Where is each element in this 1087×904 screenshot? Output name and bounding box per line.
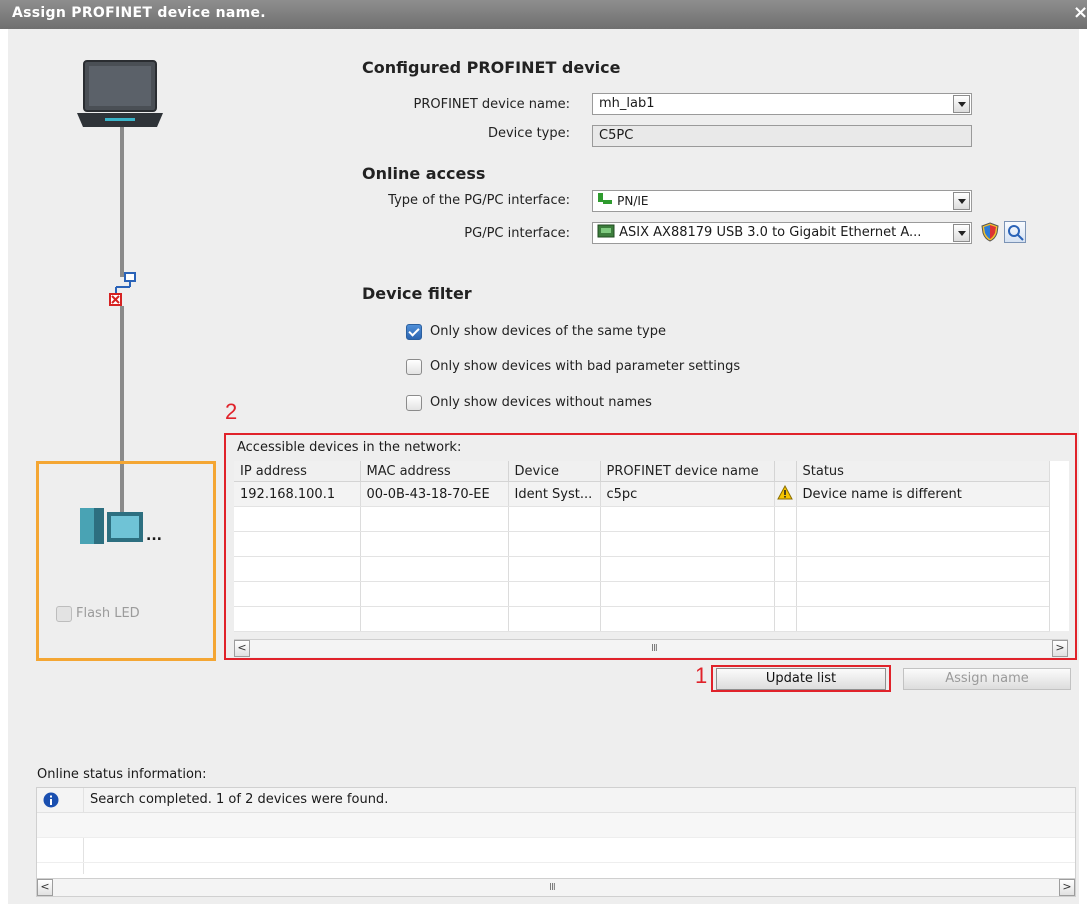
scroll-left-button[interactable]: < [234, 640, 250, 657]
status-empty-row [37, 813, 1075, 838]
device-name-label: PROFINET device name: [413, 97, 570, 112]
column-header-status[interactable]: Status [796, 461, 1050, 482]
column-header-mac[interactable]: MAC address [360, 461, 509, 482]
update-list-button[interactable]: Update list [716, 668, 886, 690]
devices-horizontal-scrollbar[interactable]: < III > [234, 639, 1068, 657]
cell-status-icon [774, 481, 797, 507]
device-more-dots: ... [146, 528, 162, 544]
devices-table-filler [1049, 461, 1069, 631]
filter-same-type-checkbox[interactable] [406, 324, 422, 340]
scroll-right-button[interactable]: > [1059, 879, 1075, 896]
status-row: Search completed. 1 of 2 devices were fo… [37, 788, 1075, 874]
flash-led-checkbox[interactable] [56, 606, 72, 622]
table-row[interactable] [234, 581, 1050, 607]
status-panel: Search completed. 1 of 2 devices were fo… [36, 787, 1076, 897]
configured-device-heading: Configured PROFINET device [362, 58, 621, 77]
cell-mac: 00-0B-43-18-70-EE [360, 481, 509, 507]
devices-table-header: IP address MAC address Device PROFINET d… [234, 461, 1050, 482]
close-icon[interactable]: × [1073, 3, 1087, 23]
network-adapter-icon [597, 224, 615, 238]
table-row[interactable] [234, 506, 1050, 532]
security-shield-icon[interactable] [980, 222, 1000, 242]
scroll-right-button[interactable]: > [1052, 640, 1068, 657]
cell-device: Ident Syst... [508, 481, 601, 507]
status-horizontal-scrollbar[interactable]: < III > [37, 878, 1075, 896]
chevron-down-icon[interactable] [953, 192, 970, 210]
table-row[interactable] [234, 531, 1050, 557]
interface-dropdown[interactable]: ASIX AX88179 USB 3.0 to Gigabit Ethernet… [592, 222, 972, 244]
pg-pc-icon [77, 60, 163, 127]
devices-table: IP address MAC address Device PROFINET d… [234, 461, 1050, 632]
scroll-grip[interactable]: III [651, 643, 658, 654]
device-type-field: C5PC [592, 125, 972, 147]
scroll-grip[interactable]: III [549, 882, 556, 893]
filter-same-type-label: Only show devices of the same type [430, 324, 666, 339]
cell-ip: 192.168.100.1 [234, 481, 361, 507]
info-icon [43, 792, 59, 808]
target-device-icon [80, 508, 143, 544]
chevron-down-icon[interactable] [953, 95, 970, 113]
assign-name-button[interactable]: Assign name [903, 668, 1071, 690]
interface-type-dropdown[interactable]: PN/IE [592, 190, 972, 212]
filter-no-names-checkbox[interactable] [406, 395, 422, 411]
flash-led-label: Flash LED [76, 606, 140, 621]
table-row[interactable] [234, 606, 1050, 632]
column-header-ip[interactable]: IP address [234, 461, 361, 482]
column-header-device[interactable]: Device [508, 461, 601, 482]
dialog-title-bar: Assign PROFINET device name. × [0, 0, 1087, 29]
table-row[interactable]: 192.168.100.1 00-0B-43-18-70-EE Ident Sy… [234, 481, 1050, 507]
network-line-top [120, 127, 124, 277]
status-message: Search completed. 1 of 2 devices were fo… [90, 792, 389, 807]
pn-ie-icon [598, 193, 612, 204]
cell-status: Device name is different [796, 481, 1050, 507]
device-name-value: mh_lab1 [599, 96, 655, 111]
device-filter-heading: Device filter [362, 284, 472, 303]
interface-value: ASIX AX88179 USB 3.0 to Gigabit Ethernet… [619, 225, 922, 240]
device-type-value: C5PC [599, 128, 634, 143]
column-header-profinet-name[interactable]: PROFINET device name [600, 461, 775, 482]
device-type-label: Device type: [487, 126, 570, 141]
interface-type-label: Type of the PG/PC interface: [388, 193, 570, 208]
interface-type-value: PN/IE [617, 194, 649, 208]
filter-bad-params-label: Only show devices with bad parameter set… [430, 359, 741, 374]
warning-icon [776, 484, 793, 499]
annotation-marker-2: 2 [225, 399, 238, 424]
interface-label: PG/PC interface: [464, 226, 570, 241]
scroll-left-button[interactable]: < [37, 879, 53, 896]
search-icon[interactable] [1004, 221, 1026, 243]
status-empty-row [37, 838, 1075, 863]
device-name-dropdown[interactable]: mh_lab1 [592, 93, 972, 115]
annotation-marker-1: 1 [695, 663, 708, 688]
filter-bad-params-checkbox[interactable] [406, 359, 422, 375]
network-connection-icon [109, 272, 136, 306]
cell-profinet-name: c5pc [600, 481, 775, 507]
table-row[interactable] [234, 556, 1050, 582]
chevron-down-icon[interactable] [953, 224, 970, 242]
online-access-heading: Online access [362, 164, 486, 183]
target-device-panel [36, 461, 216, 661]
filter-no-names-label: Only show devices without names [430, 395, 652, 410]
dialog-title: Assign PROFINET device name. [12, 5, 266, 21]
dialog-body: ... Flash LED Configured PROFINET device… [8, 29, 1079, 904]
devices-caption: Accessible devices in the network: [237, 440, 462, 455]
status-label: Online status information: [37, 767, 207, 782]
column-header-status-icon[interactable] [774, 461, 797, 482]
